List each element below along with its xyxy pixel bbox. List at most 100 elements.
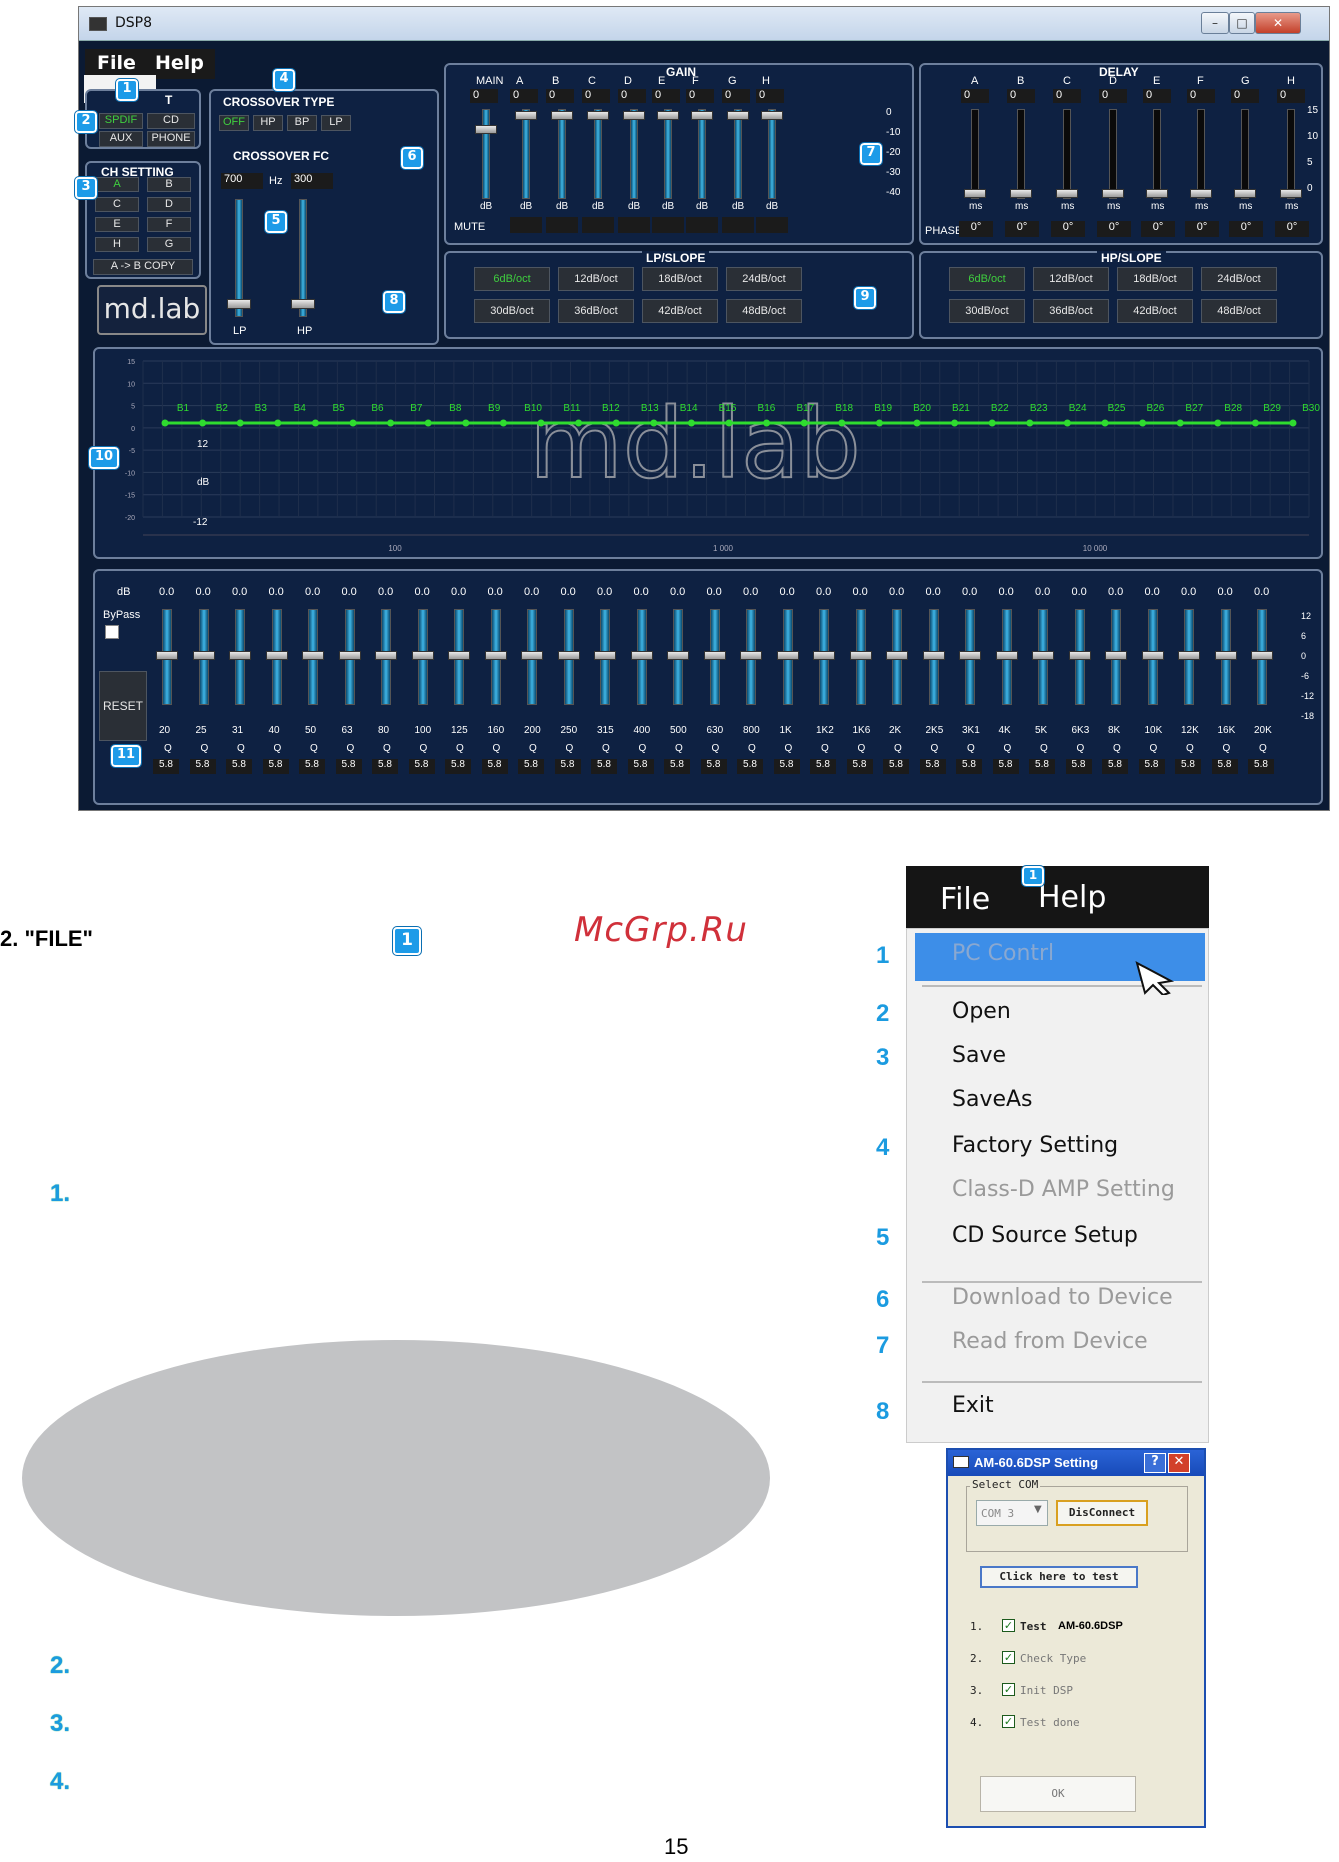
eq-slider-knob[interactable] (265, 651, 288, 660)
eq-q-value[interactable]: 5.8 (627, 759, 654, 774)
menu-image-file[interactable]: File (940, 882, 990, 917)
mute-button[interactable] (510, 217, 542, 233)
gain-value[interactable]: 0 (618, 89, 646, 103)
hp-frequency[interactable]: 300 (291, 173, 333, 189)
eq-q-value[interactable]: 5.8 (664, 759, 690, 774)
phase-value[interactable]: 0° (1051, 221, 1085, 237)
gain-slider[interactable] (664, 109, 672, 199)
delay-value[interactable]: 0 (1187, 89, 1215, 103)
a-to-b-copy-button[interactable]: A -> B COPY (93, 259, 193, 275)
dialog-close-button[interactable]: ✕ (1168, 1453, 1190, 1473)
delay-slider-knob[interactable] (1102, 189, 1124, 198)
eq-q-value[interactable]: 5.8 (737, 759, 763, 774)
delay-slider[interactable] (971, 109, 979, 199)
delay-slider[interactable] (1241, 109, 1249, 199)
eq-db-value[interactable]: 0.0 (634, 586, 649, 598)
eq-q-value[interactable]: 5.8 (189, 759, 216, 774)
disconnect-button[interactable]: DisConnect (1056, 1500, 1148, 1526)
com-chevron-icon[interactable]: ▼ (1034, 1504, 1042, 1515)
crossover-lp[interactable]: LP (321, 115, 351, 131)
eq-db-value[interactable]: 0.0 (1035, 586, 1050, 598)
eq-slider-knob[interactable] (1105, 651, 1127, 660)
eq-q-value[interactable]: 5.8 (846, 759, 873, 774)
lp-slope-42db-oct[interactable]: 42dB/oct (642, 299, 718, 323)
eq-db-value[interactable]: 0.0 (1145, 586, 1160, 598)
eq-band-point[interactable] (612, 419, 620, 427)
eq-band-point[interactable] (1026, 419, 1034, 427)
delay-slider-knob[interactable] (1234, 189, 1256, 198)
hp-slope-6db-oct[interactable]: 6dB/oct (949, 267, 1025, 291)
eq-band-point[interactable] (1176, 419, 1184, 427)
gain-slider-knob[interactable] (691, 111, 713, 120)
eq-slider-knob[interactable] (776, 651, 799, 660)
ch-button-h[interactable]: H (95, 237, 139, 252)
eq-db-value[interactable]: 0.0 (159, 586, 174, 598)
gain-slider[interactable] (630, 109, 638, 199)
gain-value[interactable]: 0 (510, 89, 538, 103)
ch-button-a[interactable]: A (95, 177, 139, 192)
eq-q-value[interactable]: 5.8 (773, 759, 800, 774)
eq-q-value[interactable]: 5.8 (1029, 759, 1055, 774)
phase-value[interactable]: 0° (1185, 221, 1219, 237)
step-checkbox[interactable]: ✓ (1002, 1715, 1015, 1728)
eq-q-value[interactable]: 5.8 (445, 759, 471, 774)
eq-db-value[interactable]: 0.0 (305, 586, 320, 598)
eq-band-point[interactable] (537, 419, 545, 427)
gain-slider[interactable] (734, 109, 742, 199)
eq-db-value[interactable]: 0.0 (743, 586, 758, 598)
hp-slope-42db-oct[interactable]: 42dB/oct (1117, 299, 1193, 323)
phase-value[interactable]: 0° (1097, 221, 1131, 237)
eq-slider-knob[interactable] (338, 651, 361, 660)
eq-band-point[interactable] (725, 419, 733, 427)
eq-q-value[interactable]: 5.8 (992, 759, 1019, 774)
hp-slope-24db-oct[interactable]: 24dB/oct (1201, 267, 1277, 291)
gain-value[interactable]: 0 (756, 89, 784, 103)
eq-slider-knob[interactable] (1068, 651, 1091, 660)
eq-db-value[interactable]: 0.0 (415, 586, 430, 598)
eq-slider-knob[interactable] (1178, 651, 1200, 660)
eq-slider-knob[interactable] (959, 651, 981, 660)
eq-q-value[interactable]: 5.8 (408, 759, 435, 774)
eq-db-value[interactable]: 0.0 (926, 586, 941, 598)
mute-button[interactable] (756, 217, 788, 233)
crossover-bp[interactable]: BP (287, 115, 317, 131)
delay-value[interactable]: 0 (1099, 89, 1127, 103)
hp-slider-knob[interactable] (291, 299, 315, 309)
delay-value[interactable]: 0 (1007, 89, 1035, 103)
dialog-help-button[interactable]: ? (1144, 1453, 1166, 1473)
ch-button-b[interactable]: B (147, 177, 191, 192)
eq-band-point[interactable] (462, 419, 470, 427)
eq-q-value[interactable]: 5.8 (810, 759, 836, 774)
ch-button-e[interactable]: E (95, 217, 139, 232)
eq-slider-knob[interactable] (1214, 651, 1237, 660)
eq-band-point[interactable] (650, 419, 658, 427)
reset-button[interactable]: RESET (99, 671, 147, 741)
ch-button-f[interactable]: F (147, 217, 191, 232)
eq-q-value[interactable]: 5.8 (883, 759, 909, 774)
eq-slider-knob[interactable] (1141, 651, 1164, 660)
eq-slider-knob[interactable] (886, 651, 908, 660)
eq-db-value[interactable]: 0.0 (524, 586, 539, 598)
test-button[interactable]: Click here to test (980, 1566, 1138, 1588)
lp-frequency[interactable]: 700 (221, 173, 263, 189)
eq-db-value[interactable]: 0.0 (780, 586, 795, 598)
gain-slider[interactable] (522, 109, 530, 199)
eq-db-value[interactable]: 0.0 (232, 586, 247, 598)
eq-band-point[interactable] (199, 419, 207, 427)
gain-slider-knob[interactable] (475, 125, 497, 134)
eq-band-point[interactable] (311, 419, 319, 427)
eq-band-point[interactable] (1063, 419, 1071, 427)
gain-slider[interactable] (482, 109, 490, 199)
eq-q-value[interactable]: 5.8 (153, 759, 179, 774)
eq-q-value[interactable]: 5.8 (1065, 759, 1092, 774)
gain-slider-knob[interactable] (551, 111, 573, 120)
eq-slider-knob[interactable] (740, 651, 762, 660)
eq-band-point[interactable] (387, 419, 395, 427)
eq-q-value[interactable]: 5.8 (372, 759, 398, 774)
eq-db-value[interactable]: 0.0 (561, 586, 576, 598)
mute-button[interactable] (546, 217, 578, 233)
eq-db-value[interactable]: 0.0 (378, 586, 393, 598)
mute-button[interactable] (686, 217, 718, 233)
eq-db-value[interactable]: 0.0 (597, 586, 612, 598)
gain-slider[interactable] (768, 109, 776, 199)
